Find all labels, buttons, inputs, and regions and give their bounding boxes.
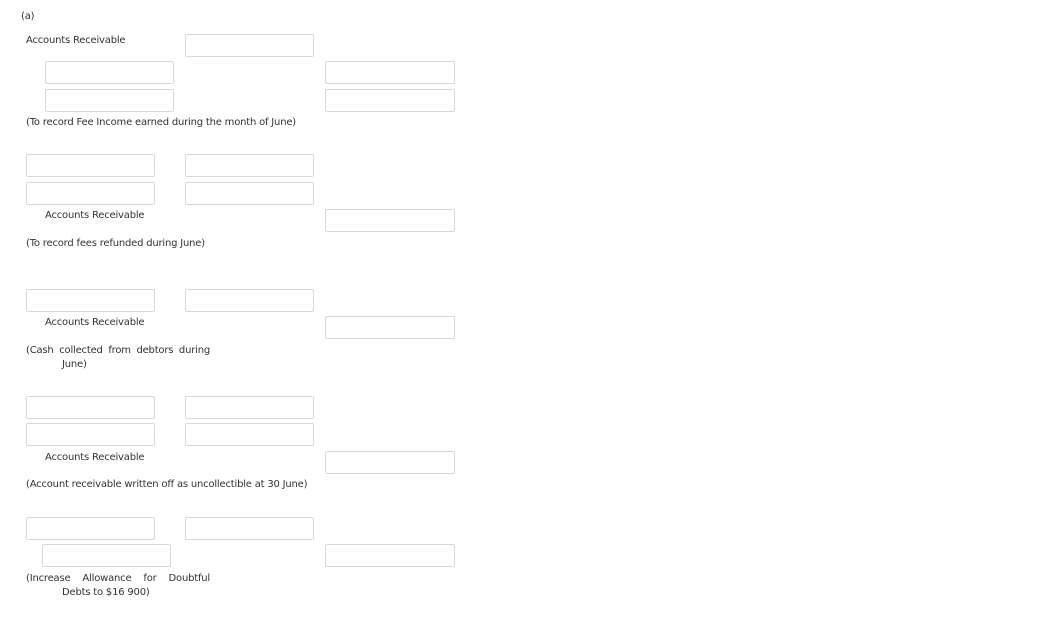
part-label: (a) [21, 11, 35, 22]
credit-account-label: Accounts Receivable [45, 452, 145, 463]
debit-amount-input[interactable] [185, 517, 314, 540]
debit-amount-input-2[interactable] [185, 182, 314, 205]
credit-amount-input-2[interactable] [325, 89, 455, 112]
narration: (Cash collected from debtors during June… [26, 345, 210, 370]
credit-account-input-1[interactable] [45, 61, 174, 84]
debit-amount-input[interactable] [185, 34, 314, 57]
narration: (Increase Allowance for Doubtful Debts t… [26, 573, 210, 598]
credit-amount-input[interactable] [325, 544, 455, 567]
debit-account-input[interactable] [26, 517, 155, 540]
narration: (Account receivable written off as uncol… [26, 479, 308, 490]
credit-amount-input[interactable] [325, 451, 455, 474]
credit-account-label: Accounts Receivable [45, 210, 145, 221]
credit-account-input[interactable] [42, 544, 171, 567]
credit-amount-input-1[interactable] [325, 61, 455, 84]
debit-account-input-2[interactable] [26, 423, 155, 446]
debit-account-input-1[interactable] [26, 154, 155, 177]
narration: (To record fees refunded during June) [26, 238, 205, 249]
narration: (To record Fee Income earned during the … [26, 117, 296, 128]
credit-amount-input[interactable] [325, 316, 455, 339]
debit-amount-input[interactable] [185, 289, 314, 312]
debit-amount-input-2[interactable] [185, 423, 314, 446]
debit-amount-input-1[interactable] [185, 154, 314, 177]
debit-account-input[interactable] [26, 289, 155, 312]
credit-account-input-2[interactable] [45, 89, 174, 112]
debit-account-input-1[interactable] [26, 396, 155, 419]
debit-amount-input-1[interactable] [185, 396, 314, 419]
debit-account-input-2[interactable] [26, 182, 155, 205]
credit-amount-input[interactable] [325, 209, 455, 232]
credit-account-label: Accounts Receivable [45, 317, 145, 328]
debit-account-label: Accounts Receivable [26, 35, 126, 46]
